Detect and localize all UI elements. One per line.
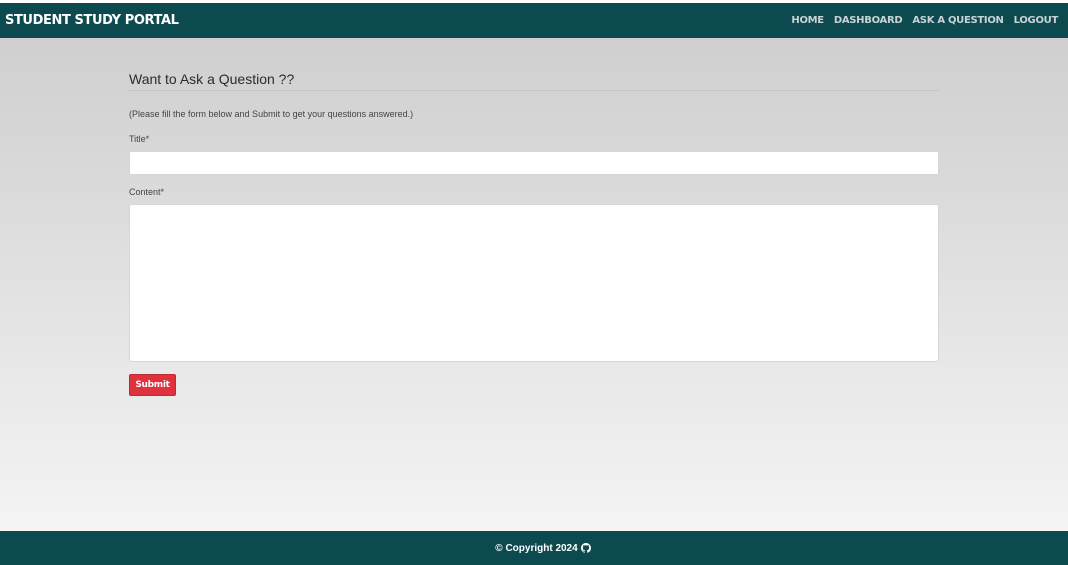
navbar: STUDENT STUDY PORTAL HOME DASHBOARD ASK …: [0, 3, 1068, 38]
form-instructions: (Please fill the form below and Submit t…: [129, 109, 414, 119]
heading-divider: [129, 90, 939, 91]
footer-content: © Copyright 2024: [0, 531, 1068, 565]
nav-link-logout[interactable]: LOGOUT: [1014, 15, 1059, 26]
nav-link-dashboard[interactable]: DASHBOARD: [834, 15, 903, 26]
brand-link[interactable]: STUDENT STUDY PORTAL: [5, 3, 179, 38]
footer: © Copyright 2024: [0, 531, 1068, 565]
submit-button[interactable]: Submit: [129, 374, 176, 396]
title-input[interactable]: [129, 151, 939, 175]
nav-link-ask-question[interactable]: ASK A QUESTION: [912, 15, 1004, 26]
title-label: Title*: [129, 134, 150, 144]
nav-link-home[interactable]: HOME: [791, 15, 824, 26]
main-content: Want to Ask a Question ?? (Please fill t…: [0, 38, 1068, 531]
page-title: Want to Ask a Question ??: [129, 71, 295, 87]
github-icon[interactable]: [580, 543, 591, 553]
content-textarea[interactable]: [129, 204, 939, 362]
content-label: Content*: [129, 187, 165, 197]
nav-links: HOME DASHBOARD ASK A QUESTION LOGOUT: [791, 3, 1058, 38]
copyright-text: © Copyright 2024: [495, 542, 578, 554]
